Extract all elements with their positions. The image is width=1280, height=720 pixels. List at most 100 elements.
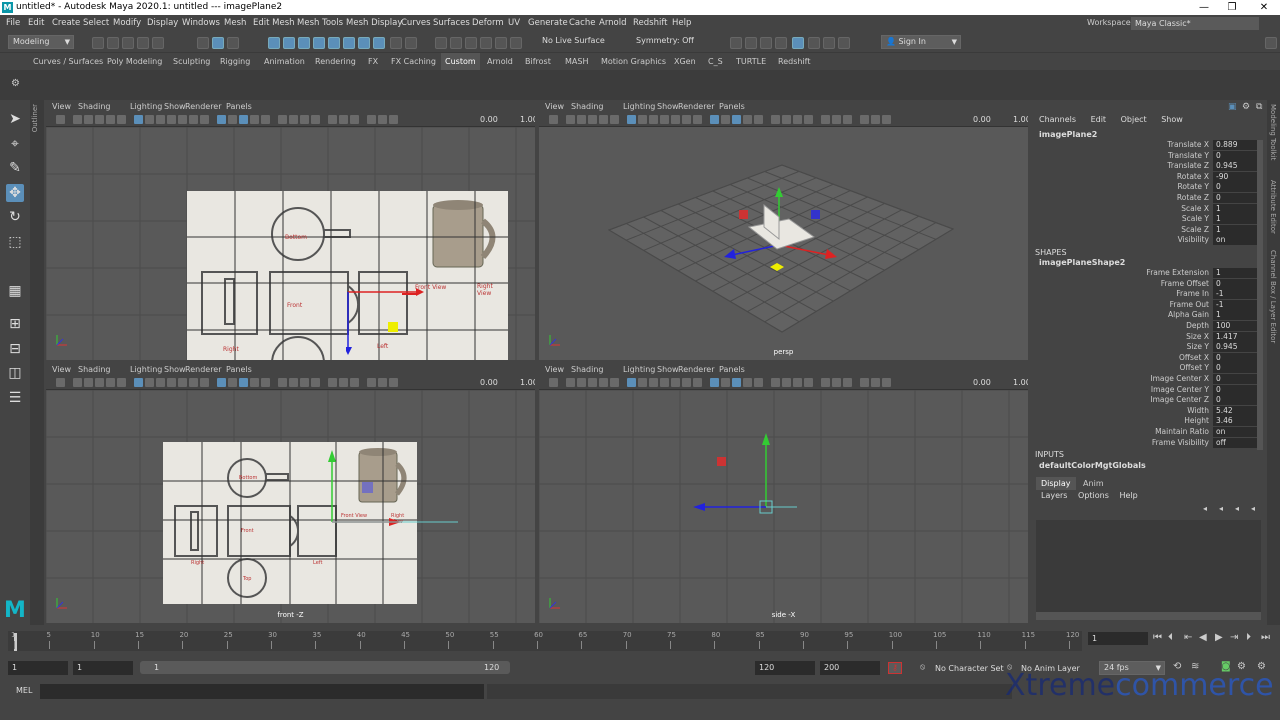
channel-row-rotate-x[interactable]: Rotate X -90 bbox=[1031, 171, 1267, 182]
menu-surfaces[interactable]: Surfaces bbox=[433, 15, 470, 31]
safe-title-icon[interactable] bbox=[693, 378, 702, 387]
image-plane-icon[interactable] bbox=[95, 378, 104, 387]
channel-row-height[interactable]: Height 3.46 bbox=[1031, 416, 1267, 427]
ambient-occlusion-icon[interactable] bbox=[289, 115, 298, 124]
resolution-gate-icon[interactable] bbox=[649, 378, 658, 387]
safe-action-icon[interactable] bbox=[682, 378, 691, 387]
anti-alias-icon[interactable] bbox=[311, 378, 320, 387]
save-scene-icon[interactable] bbox=[122, 37, 134, 49]
shelf-tab-mash[interactable]: MASH bbox=[565, 53, 588, 70]
snap-view-plane-icon[interactable] bbox=[313, 37, 325, 49]
snap-point-icon[interactable] bbox=[298, 37, 310, 49]
channel-value-field[interactable]: 1 bbox=[1213, 203, 1259, 214]
lock-icon[interactable] bbox=[390, 37, 402, 49]
persp-outliner-layout-icon[interactable]: ◫ bbox=[6, 364, 24, 382]
menu-display[interactable]: Display bbox=[147, 15, 178, 31]
channel-value-field[interactable]: 0.945 bbox=[1213, 161, 1259, 172]
shelf-tab-poly-modeling[interactable]: Poly Modeling bbox=[107, 53, 162, 70]
shelf-tab-rendering[interactable]: Rendering bbox=[315, 53, 356, 70]
history-icon[interactable] bbox=[480, 37, 492, 49]
two-pane-layout-icon[interactable]: ⊟ bbox=[6, 340, 24, 358]
grid-icon[interactable] bbox=[134, 378, 143, 387]
new-layer-icon[interactable]: ◂ bbox=[1235, 504, 1239, 513]
shelf-tab-animation[interactable]: Animation bbox=[264, 53, 305, 70]
panel-menu-show[interactable]: Show bbox=[657, 363, 679, 376]
channel-row-scale-y[interactable]: Scale Y 1 bbox=[1031, 214, 1267, 225]
arnold-render-icon[interactable] bbox=[808, 37, 820, 49]
lights-icon[interactable] bbox=[261, 378, 270, 387]
help-question-icon[interactable] bbox=[373, 37, 385, 49]
grease-pencil-icon[interactable] bbox=[610, 115, 619, 124]
lights-icon[interactable] bbox=[261, 115, 270, 124]
channel-row-translate-x[interactable]: Translate X 0.889 bbox=[1031, 140, 1267, 150]
field-chart-icon[interactable] bbox=[671, 115, 680, 124]
channel-value-field[interactable]: 0 bbox=[1213, 384, 1259, 395]
gate-mask-icon[interactable] bbox=[660, 378, 669, 387]
safe-action-icon[interactable] bbox=[682, 115, 691, 124]
maximize-button[interactable]: ❐ bbox=[1218, 0, 1246, 15]
exposure-field[interactable]: 0.00 bbox=[480, 376, 498, 390]
character-set-icon[interactable]: ⦸ bbox=[920, 662, 925, 672]
xray-joints-icon[interactable] bbox=[350, 378, 359, 387]
redshift-render-icon[interactable] bbox=[823, 37, 835, 49]
shelf-tab-custom[interactable]: Custom bbox=[441, 53, 480, 70]
panel-menu-show[interactable]: Show bbox=[164, 100, 186, 113]
default-material-icon[interactable] bbox=[732, 115, 741, 124]
safe-action-icon[interactable] bbox=[189, 378, 198, 387]
channel-row-visibility[interactable]: Visibility on bbox=[1031, 235, 1267, 246]
render-settings-icon[interactable] bbox=[775, 37, 787, 49]
channel-row-size-x[interactable]: Size X 1.417 bbox=[1031, 331, 1267, 342]
backface-icon[interactable] bbox=[367, 115, 376, 124]
menu-mesh[interactable]: Mesh bbox=[224, 15, 246, 31]
film-gate-icon[interactable] bbox=[145, 115, 154, 124]
shelf-tab-motion-graphics[interactable]: Motion Graphics bbox=[601, 53, 666, 70]
command-input[interactable] bbox=[40, 684, 484, 699]
float-panel-icon[interactable]: ⧉ bbox=[1256, 102, 1262, 112]
camera-attrs-icon[interactable] bbox=[73, 115, 82, 124]
smooth-shade-icon[interactable] bbox=[721, 115, 730, 124]
channel-value-field[interactable]: -90 bbox=[1213, 171, 1259, 182]
layer-menu-help[interactable]: Help bbox=[1119, 491, 1137, 500]
channel-row-width[interactable]: Width 5.42 bbox=[1031, 405, 1267, 416]
channel-value-field[interactable]: 1 bbox=[1213, 214, 1259, 225]
isolate-select-icon[interactable] bbox=[821, 115, 830, 124]
film-gate-icon[interactable] bbox=[638, 378, 647, 387]
move-manipulator[interactable] bbox=[689, 425, 809, 535]
grease-pencil-icon[interactable] bbox=[117, 378, 126, 387]
panel-menu-view[interactable]: View bbox=[52, 100, 71, 113]
snap-together-icon[interactable] bbox=[450, 37, 462, 49]
channel-value-field[interactable]: 0 bbox=[1213, 374, 1259, 384]
panel-menu-panels[interactable]: Panels bbox=[719, 363, 745, 376]
channel-value-field[interactable]: 100 bbox=[1213, 321, 1259, 331]
viewport-canvas[interactable]: front -Z Bottom Front Right Left Front View Ri… bbox=[46, 390, 535, 623]
channel-value-field[interactable]: 1 bbox=[1213, 224, 1259, 235]
layer-scrollbar[interactable] bbox=[1036, 612, 1261, 620]
channel-row-image-center-x[interactable]: Image Center X 0 bbox=[1031, 374, 1267, 384]
tab-anim[interactable]: Anim bbox=[1078, 477, 1109, 490]
panel-menu-shading[interactable]: Shading bbox=[571, 100, 604, 113]
backface-icon[interactable] bbox=[860, 378, 869, 387]
camera-attrs-icon[interactable] bbox=[566, 115, 575, 124]
camera-attrs-icon[interactable] bbox=[566, 378, 575, 387]
default-material-icon[interactable] bbox=[239, 378, 248, 387]
cb-menu-show[interactable]: Show bbox=[1161, 115, 1183, 124]
2d-pan-icon[interactable] bbox=[106, 115, 115, 124]
backface-icon[interactable] bbox=[860, 115, 869, 124]
shelf-tab-cs[interactable]: C_S bbox=[708, 53, 723, 70]
go-to-end-icon[interactable]: ⏭ bbox=[1261, 632, 1270, 643]
panel-menu-show[interactable]: Show bbox=[164, 363, 186, 376]
channel-value-field[interactable]: 1 bbox=[1213, 310, 1259, 321]
attribute-editor-tab[interactable]: Attribute Editor bbox=[1269, 180, 1277, 234]
step-back-frame-icon[interactable]: ⏴ bbox=[1168, 632, 1173, 643]
viewport-canvas[interactable]: side -X bbox=[539, 390, 1028, 623]
panel-menu-panels[interactable]: Panels bbox=[226, 100, 252, 113]
snap-surface-icon[interactable] bbox=[328, 37, 340, 49]
shelf-tab-redshift[interactable]: Redshift bbox=[778, 53, 810, 70]
channel-row-size-y[interactable]: Size Y 0.945 bbox=[1031, 342, 1267, 353]
channel-value-field[interactable]: on bbox=[1213, 427, 1259, 437]
outliner-strip[interactable]: Outliner bbox=[30, 100, 44, 625]
channel-value-field[interactable]: 0.945 bbox=[1213, 342, 1259, 353]
live-surface-field[interactable]: No Live Surface bbox=[538, 35, 622, 49]
gamma-field[interactable]: 1.00 bbox=[1013, 113, 1028, 127]
ambient-occlusion-icon[interactable] bbox=[782, 378, 791, 387]
